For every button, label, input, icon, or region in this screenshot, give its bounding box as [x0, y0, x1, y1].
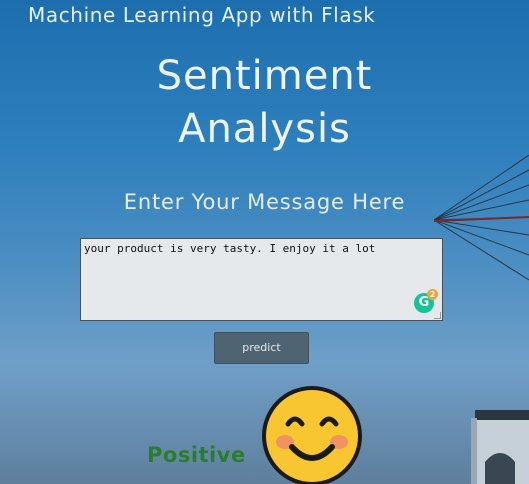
app-header: Machine Learning App with Flask [28, 3, 376, 27]
windmill-lines-decoration [434, 155, 529, 281]
message-text[interactable]: your product is very tasty. I enjoy it a… [84, 242, 375, 255]
smiling-face-icon [262, 386, 362, 484]
sentiment-result-label: Positive [147, 443, 246, 467]
grammarly-count-badge: 2 [427, 289, 438, 300]
building-decoration [471, 410, 529, 484]
title-line-2: Analysis [178, 106, 351, 152]
predict-button[interactable]: predict [214, 332, 309, 364]
page-title: Sentiment Analysis [0, 50, 529, 156]
message-input[interactable]: your product is very tasty. I enjoy it a… [80, 238, 443, 321]
title-line-1: Sentiment [156, 53, 373, 99]
resize-grip[interactable] [434, 312, 441, 319]
